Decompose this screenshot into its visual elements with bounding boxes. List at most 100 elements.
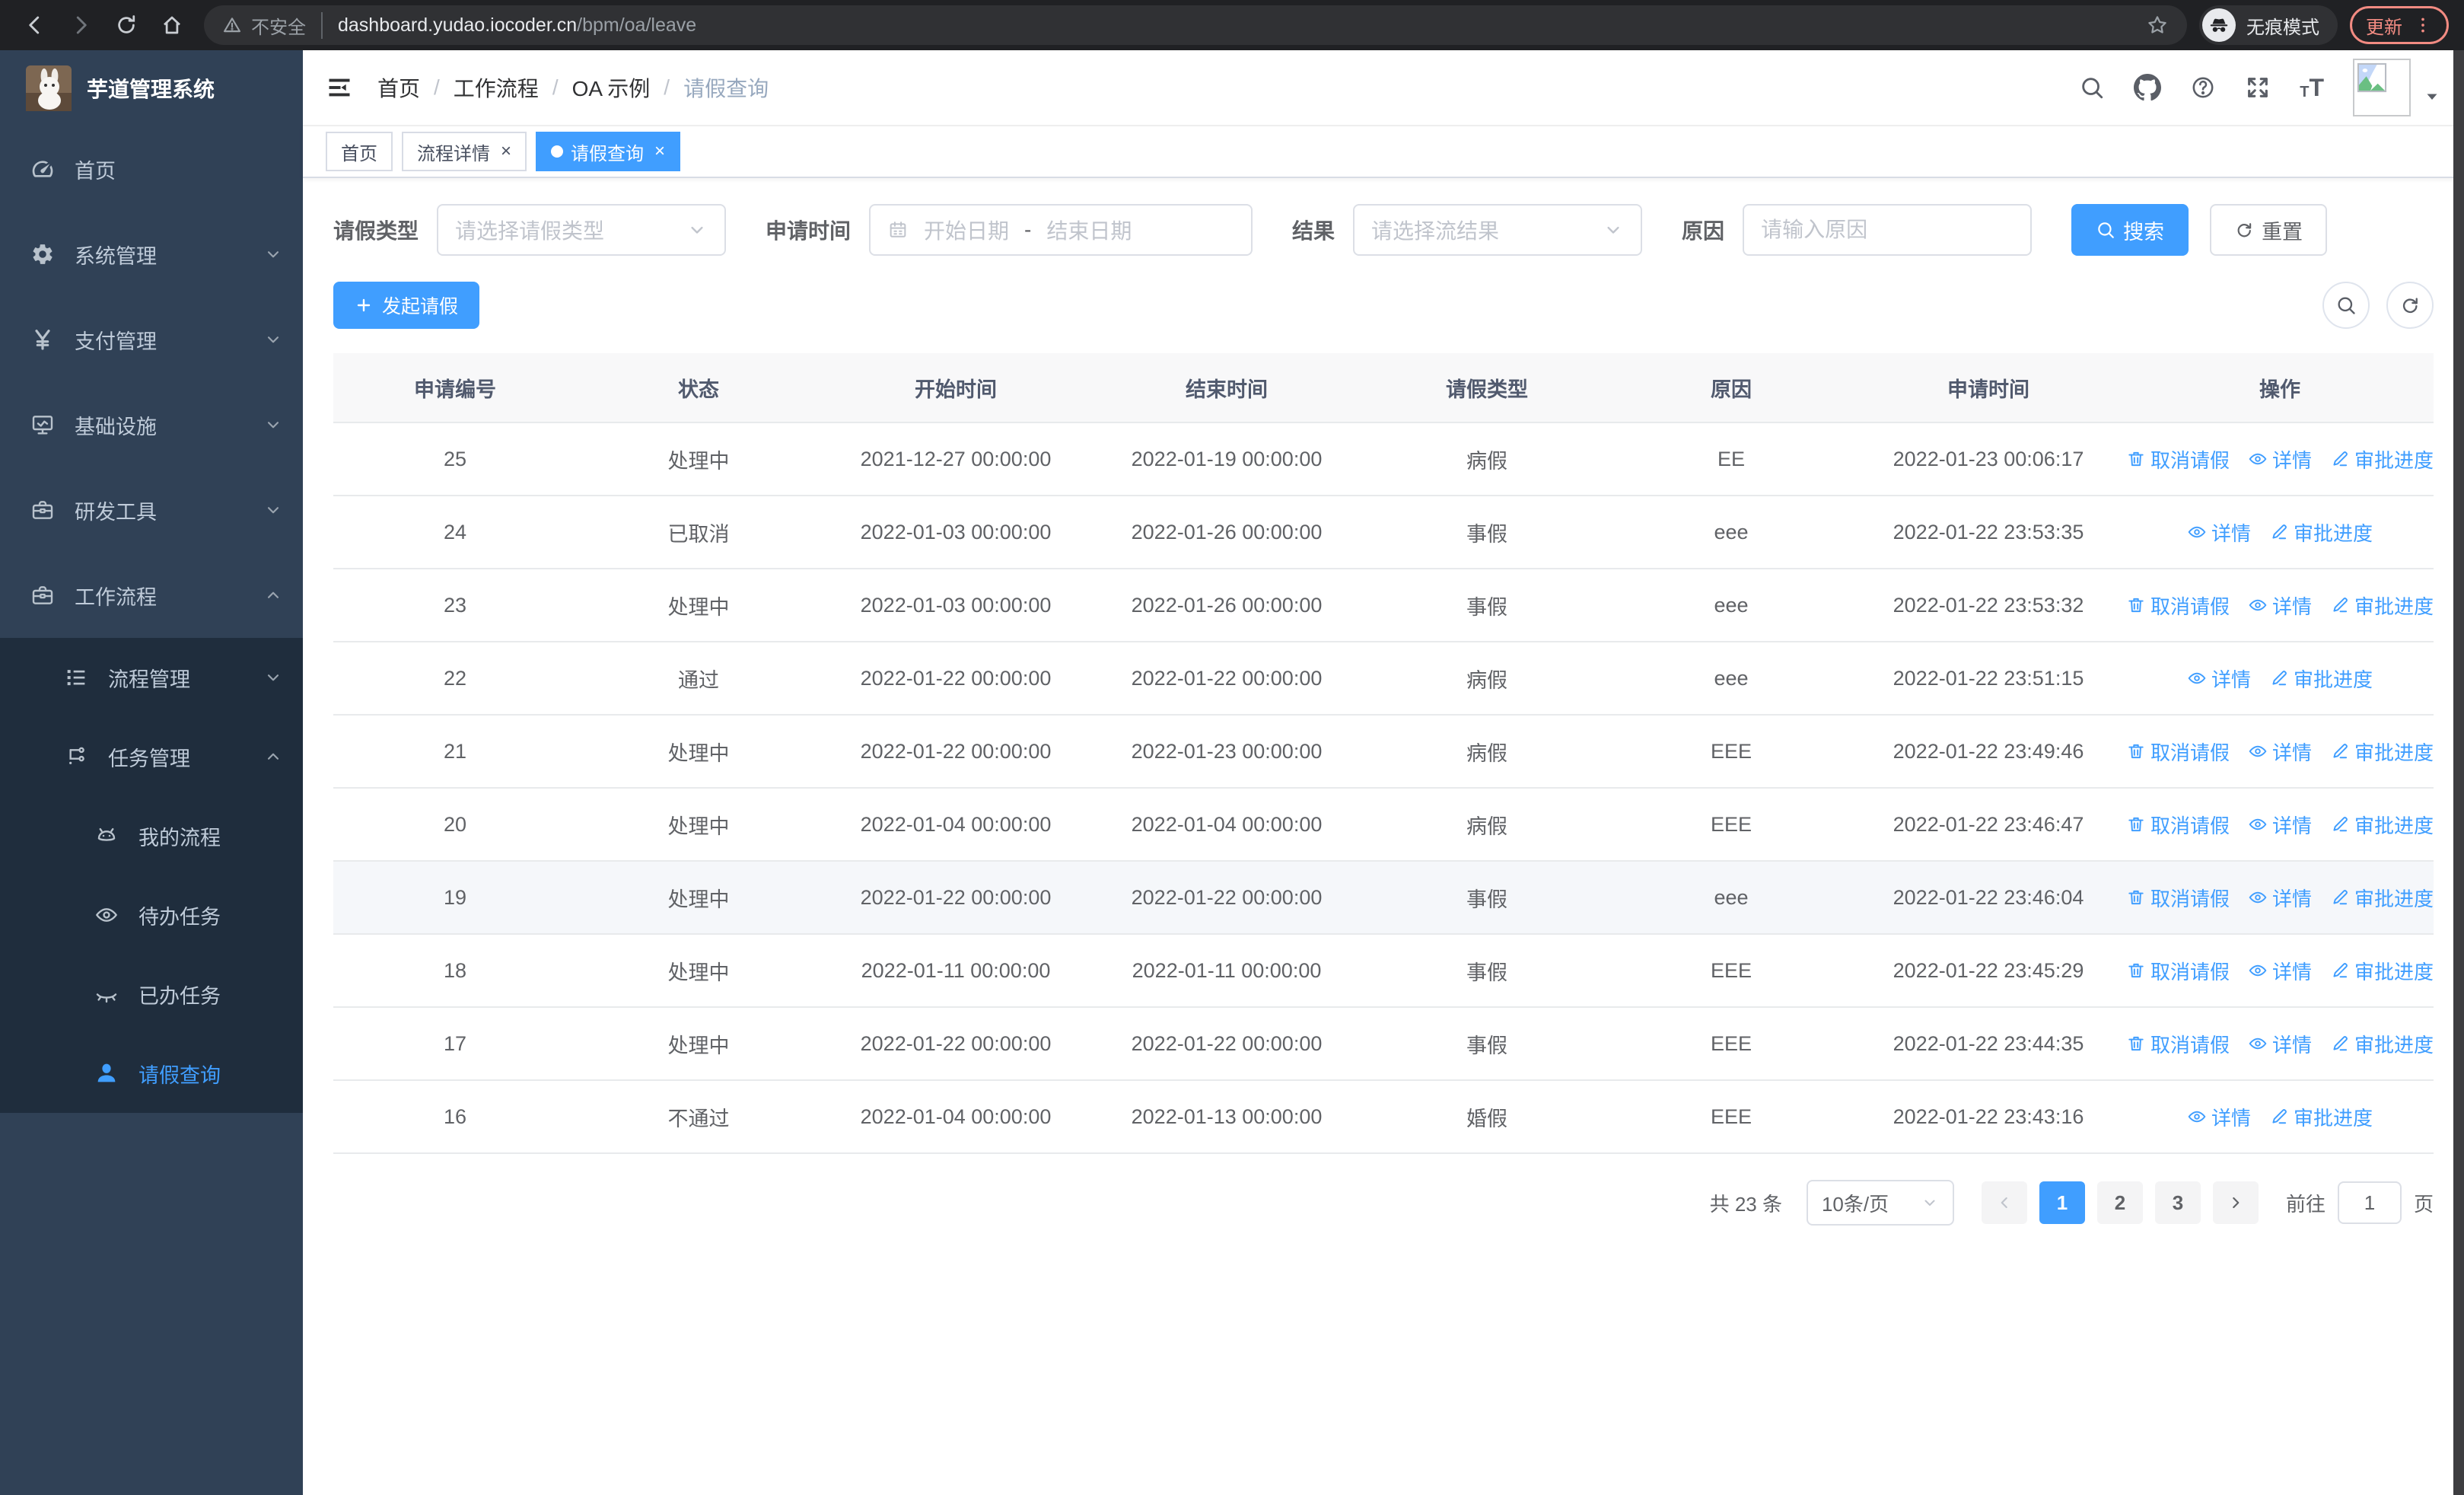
detail-link[interactable]: 详情 xyxy=(2248,957,2312,985)
sidebar-item-请假查询[interactable]: 请假查询 xyxy=(0,1034,303,1113)
refresh-table-button[interactable] xyxy=(2386,282,2434,329)
page-button-3[interactable]: 3 xyxy=(2154,1181,2201,1224)
cell-操作: 取消请假 详情 审批进度 xyxy=(2126,738,2434,766)
sidebar-collapse-icon[interactable] xyxy=(326,74,353,101)
browser-reload-button[interactable] xyxy=(107,5,146,45)
sidebar-item-任务管理[interactable]: 任务管理 xyxy=(0,717,303,796)
cancel-link[interactable]: 取消请假 xyxy=(2126,1030,2230,1058)
progress-link[interactable]: 审批进度 xyxy=(2330,811,2434,839)
cell-操作: 取消请假 详情 审批进度 xyxy=(2126,811,2434,839)
apply-time-range-picker[interactable]: 开始日期 - 结束日期 xyxy=(869,204,1253,256)
cell-结束时间: 2022-01-22 00:00:00 xyxy=(1131,666,1323,690)
page-button-1[interactable]: 1 xyxy=(2039,1181,2085,1224)
cancel-link[interactable]: 取消请假 xyxy=(2126,591,2230,620)
sidebar-item-首页[interactable]: 首页 xyxy=(0,126,303,212)
leave-type-select[interactable]: 请选择请假类型 xyxy=(437,204,727,256)
progress-link[interactable]: 审批进度 xyxy=(2330,884,2434,912)
progress-link[interactable]: 审批进度 xyxy=(2269,518,2373,547)
cell-开始时间: 2022-01-22 00:00:00 xyxy=(860,1031,1052,1055)
cancel-link[interactable]: 取消请假 xyxy=(2126,884,2230,912)
progress-link[interactable]: 审批进度 xyxy=(2330,445,2434,473)
sidebar-item-已办任务[interactable]: 已办任务 xyxy=(0,955,303,1034)
detail-link[interactable]: 详情 xyxy=(2187,1103,2251,1131)
reset-button[interactable]: 重置 xyxy=(2210,204,2328,256)
cell-状态: 不通过 xyxy=(667,1107,730,1130)
hide-search-button[interactable] xyxy=(2322,282,2370,329)
sidebar-item-研发工具[interactable]: 研发工具 xyxy=(0,467,303,553)
incognito-label: 无痕模式 xyxy=(2246,17,2319,38)
breadcrumb-item-OA 示例[interactable]: OA 示例 xyxy=(572,72,651,103)
reason-input[interactable] xyxy=(1746,206,2029,254)
detail-link[interactable]: 详情 xyxy=(2248,811,2312,839)
sidebar-item-待办任务[interactable]: 待办任务 xyxy=(0,875,303,955)
tab-流程详情[interactable]: 流程详情 × xyxy=(402,132,527,171)
table-row-19: 19 处理中 2022-01-22 00:00:00 2022-01-22 00:00… xyxy=(333,862,2434,935)
cell-开始时间: 2022-01-04 00:00:00 xyxy=(860,1105,1052,1128)
browser-menu-icon[interactable] xyxy=(2413,15,2433,35)
sidebar-item-系统管理[interactable]: 系统管理 xyxy=(0,212,303,297)
detail-link[interactable]: 详情 xyxy=(2248,445,2312,473)
avatar[interactable] xyxy=(2353,59,2411,116)
font-size-icon[interactable]: TT xyxy=(2300,75,2324,100)
result-select[interactable]: 请选择流结果 xyxy=(1353,204,1643,256)
cancel-link[interactable]: 取消请假 xyxy=(2126,811,2230,839)
sidebar-item-label: 已办任务 xyxy=(138,984,221,1008)
sidebar-item-label: 基础设施 xyxy=(75,415,157,438)
sidebar-item-工作流程[interactable]: 工作流程 xyxy=(0,553,303,638)
cell-操作: 取消请假 详情 审批进度 xyxy=(2126,591,2434,620)
site-security-badge[interactable]: 不安全 xyxy=(222,11,323,39)
progress-link[interactable]: 审批进度 xyxy=(2269,1103,2373,1131)
sidebar-item-我的流程[interactable]: 我的流程 xyxy=(0,796,303,875)
fullscreen-icon[interactable] xyxy=(2245,75,2271,100)
progress-link[interactable]: 审批进度 xyxy=(2330,1030,2434,1058)
progress-link[interactable]: 审批进度 xyxy=(2269,665,2373,693)
next-page-button[interactable] xyxy=(2212,1181,2259,1224)
cancel-link[interactable]: 取消请假 xyxy=(2126,957,2230,985)
progress-link[interactable]: 审批进度 xyxy=(2330,957,2434,985)
app-logo-row[interactable]: 芋道管理系统 xyxy=(0,50,303,126)
page-button-2[interactable]: 2 xyxy=(2096,1181,2143,1224)
breadcrumb: 首页 / 工作流程 / OA 示例 / 请假查询 xyxy=(377,72,769,103)
cancel-link[interactable]: 取消请假 xyxy=(2126,738,2230,766)
progress-link[interactable]: 审批进度 xyxy=(2330,591,2434,620)
breadcrumb-item-首页[interactable]: 首页 xyxy=(377,72,420,103)
search-button[interactable]: 搜索 xyxy=(2071,204,2189,256)
browser-scrollbar[interactable] xyxy=(2453,50,2464,1495)
sidebar-item-label: 待办任务 xyxy=(138,905,221,929)
browser-home-button[interactable] xyxy=(152,5,192,45)
detail-link[interactable]: 详情 xyxy=(2248,1030,2312,1058)
progress-label: 审批进度 xyxy=(2354,814,2434,837)
sidebar-item-基础设施[interactable]: 基础设施 xyxy=(0,382,303,467)
address-bar[interactable]: 不安全 dashboard.yudao.iocoder.cn/bpm/oa/le… xyxy=(204,5,2187,45)
detail-link[interactable]: 详情 xyxy=(2248,591,2312,620)
detail-link[interactable]: 详情 xyxy=(2248,884,2312,912)
browser-forward-button[interactable] xyxy=(61,5,100,45)
github-icon[interactable] xyxy=(2134,74,2162,101)
cancel-link[interactable]: 取消请假 xyxy=(2126,445,2230,473)
search-icon[interactable] xyxy=(2079,75,2105,100)
sidebar-item-流程管理[interactable]: 流程管理 xyxy=(0,638,303,717)
bookmark-star-icon[interactable] xyxy=(2146,14,2169,37)
avatar-caret-icon[interactable] xyxy=(2423,88,2441,106)
goto-page-input[interactable] xyxy=(2337,1181,2402,1224)
column-header-请假类型: 请假类型 xyxy=(1446,378,1528,401)
create-leave-button[interactable]: 发起请假 xyxy=(333,282,480,329)
browser-update-button[interactable]: 更新 xyxy=(2350,6,2449,44)
tab-请假查询[interactable]: 请假查询 × xyxy=(536,132,681,171)
breadcrumb-separator: / xyxy=(664,75,670,99)
close-icon[interactable]: × xyxy=(501,142,511,161)
page-size-select[interactable]: 10条/页 xyxy=(1806,1180,1954,1226)
detail-link[interactable]: 详情 xyxy=(2187,665,2251,693)
cell-申请时间: 2022-01-22 23:45:29 xyxy=(1893,958,2084,982)
tab-首页[interactable]: 首页 xyxy=(326,132,393,171)
detail-link[interactable]: 详情 xyxy=(2187,518,2251,547)
prev-page-button[interactable] xyxy=(1981,1181,2027,1224)
browser-back-button[interactable] xyxy=(15,5,55,45)
detail-link[interactable]: 详情 xyxy=(2248,738,2312,766)
progress-link[interactable]: 审批进度 xyxy=(2330,738,2434,766)
sidebar-item-支付管理[interactable]: 支付管理 xyxy=(0,297,303,382)
result-label: 结果 xyxy=(1292,219,1335,243)
close-icon[interactable]: × xyxy=(654,142,665,161)
breadcrumb-item-工作流程[interactable]: 工作流程 xyxy=(454,72,539,103)
help-icon[interactable] xyxy=(2190,75,2216,100)
